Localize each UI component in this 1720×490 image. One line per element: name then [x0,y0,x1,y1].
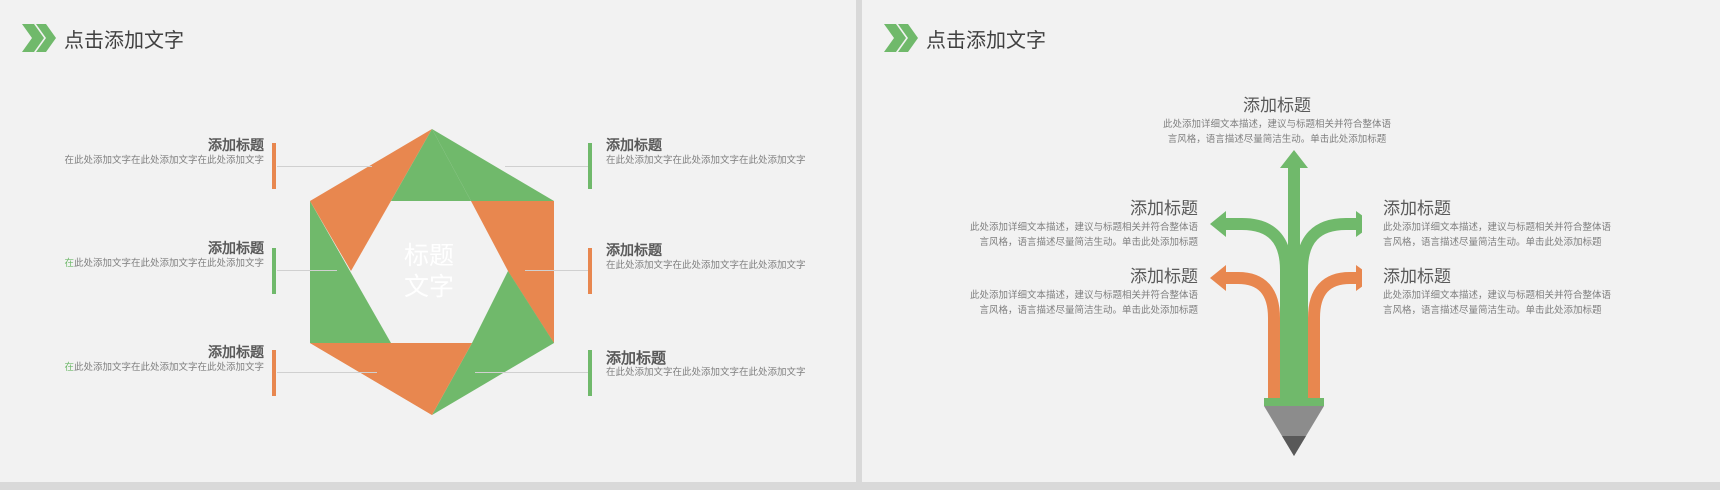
accent-bar-orange [272,143,276,189]
item-title: 添加标题 [208,138,264,154]
accent-bar-green [588,143,592,189]
connector-line [277,372,377,373]
item-title: 添加标题 [1130,199,1198,219]
item-text: 在此处添加文字在此处添加文字在此处添加文字 [64,155,264,166]
item-text: 在此处添加文字在此处添加文字在此处添加文字 [606,155,806,166]
connector-line [525,270,588,271]
accent-bar-orange [588,248,592,294]
double-chevron-icon [22,24,56,52]
connector-line [475,372,588,373]
item-title: 添加标题 [606,349,667,367]
text-item-left-2: 添加标题 此处添加详细文本描述，建议与标题相关并符合整体语言风格，语言描述尽量简… [962,266,1198,318]
item-text: 此处添加详细文本描述，建议与标题相关并符合整体语言风格，语言描述尽量简洁生动。单… [969,290,1198,316]
text-item-right-2: 添加标题 在此处添加文字在此处添加文字在此处添加文字 [606,242,806,272]
connector-line [277,166,372,167]
item-title: 添加标题 [1383,199,1451,219]
pencil-arrows-icon [1210,150,1362,456]
text-item-left-1: 添加标题 在此处添加文字在此处添加文字在此处添加文字 [60,137,264,167]
text-item-right-2: 添加标题 此处添加详细文本描述，建议与标题相关并符合整体语言风格，语言描述尽量简… [1383,266,1619,318]
accent-bar-green [588,350,592,396]
text-item-left-3: 添加标题 在此处添加文字在此处添加文字在此处添加文字 [60,344,264,374]
item-title: 添加标题 [208,345,264,361]
item-text: 在此处添加文字在此处添加文字在此处添加文字 [64,258,264,269]
item-title: 添加标题 [1130,267,1198,287]
item-title: 添加标题 [606,243,662,259]
item-text: 此处添加详细文本描述，建议与标题相关并符合整体语言风格，语言描述尽量简洁生动。单… [1162,119,1391,145]
item-text: 在此处添加文字在此处添加文字在此处添加文字 [606,260,806,271]
connector-line [505,166,588,167]
double-chevron-icon [884,24,918,52]
center-title: 标题 文字 [403,241,454,301]
text-item-left-1: 添加标题 此处添加详细文本描述，建议与标题相关并符合整体语言风格，语言描述尽量简… [962,198,1198,250]
item-text: 此处添加详细文本描述，建议与标题相关并符合整体语言风格，语言描述尽量简洁生动。单… [1383,222,1612,248]
text-item-left-2: 添加标题 在此处添加文字在此处添加文字在此处添加文字 [60,240,264,270]
text-item-top: 添加标题 此处添加详细文本描述，建议与标题相关并符合整体语言风格，语言描述尽量简… [1162,95,1392,147]
accent-bar-green [272,248,276,294]
slide-right: 点击添加文字 添加标题 此处添加详细文本描述，建议与标题相关并符合整体语言风格，… [862,0,1720,482]
item-title: 添加标题 [208,241,264,257]
item-text: 此处添加详细文本描述，建议与标题相关并符合整体语言风格，语言描述尽量简洁生动。单… [1383,290,1612,316]
text-item-right-1: 添加标题 此处添加详细文本描述，建议与标题相关并符合整体语言风格，语言描述尽量简… [1383,198,1619,250]
item-text: 在此处添加文字在此处添加文字在此处添加文字 [64,362,264,373]
item-title: 添加标题 [1383,267,1451,287]
item-title: 添加标题 [606,138,662,154]
slide-left: 点击添加文字 标题 文字 添加标题 在此处添加文字在此处添加文字在此处添加文字 … [0,0,856,482]
item-text: 此处添加详细文本描述，建议与标题相关并符合整体语言风格，语言描述尽量简洁生动。单… [969,222,1198,248]
connector-line [277,270,337,271]
header-title: 点击添加文字 [64,28,184,52]
accent-bar-orange [272,350,276,396]
text-item-right-1: 添加标题 在此处添加文字在此处添加文字在此处添加文字 [606,137,806,167]
item-title: 添加标题 [1243,96,1311,116]
text-item-right-3: 添加标题 在此处添加文字在此处添加文字在此处添加文字 [606,349,806,379]
item-text: 在此处添加文字在此处添加文字在此处添加文字 [606,367,806,378]
header-title: 点击添加文字 [926,28,1046,52]
